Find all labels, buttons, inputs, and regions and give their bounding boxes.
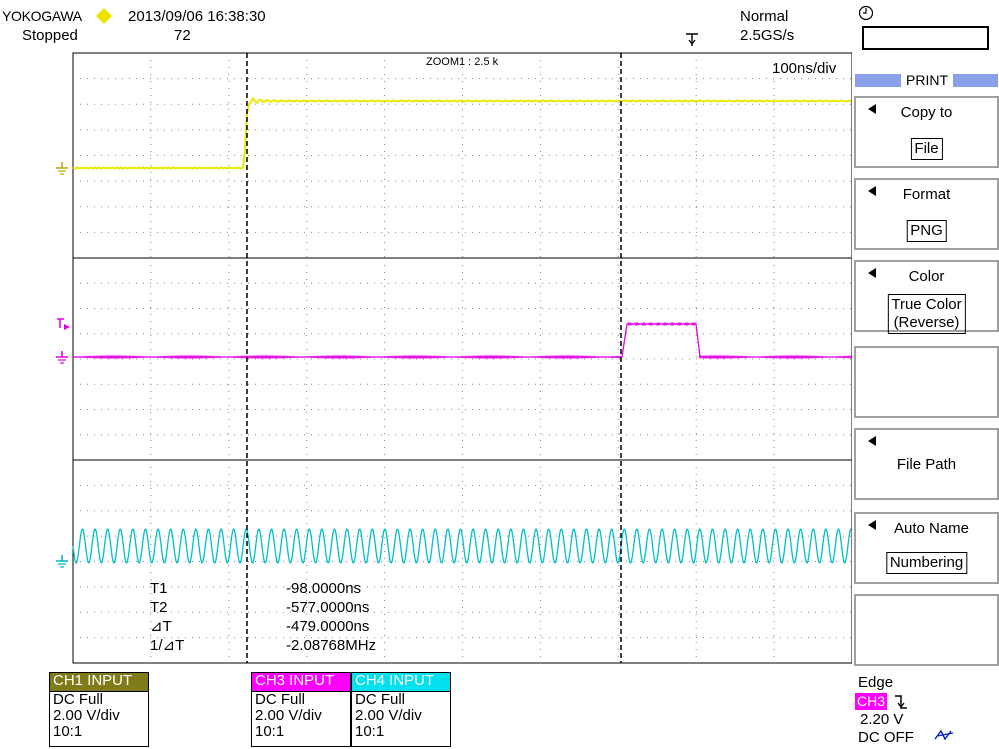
ch4-info-box[interactable]: CH4 INPUT DC Full 2.00 V/div 10:1 <box>351 672 451 747</box>
copy-to-button[interactable]: Copy to File <box>854 96 999 168</box>
zoom-label: ZOOM1 : 2.5 k <box>426 56 499 68</box>
trigger-mode: Edge <box>858 674 894 691</box>
trigger-coupling: DC OFF <box>858 729 914 746</box>
cursor-inverse-delta-value: -2.08768MHz <box>286 637 377 654</box>
empty-softkey-2[interactable] <box>854 594 999 666</box>
status-box <box>862 26 989 50</box>
ch3-header: CH3 INPUT <box>252 673 350 692</box>
trigger-source-badge: CH3 <box>855 693 887 710</box>
cursor-delta-t-label: ⊿T <box>150 618 172 635</box>
ch1-header: CH1 INPUT <box>50 673 148 692</box>
auto-name-button[interactable]: Auto Name Numbering <box>854 512 999 584</box>
ch1-coupling: DC Full <box>53 691 104 708</box>
ch3-ground-icon[interactable] <box>56 351 68 364</box>
empty-softkey-1[interactable] <box>854 346 999 418</box>
color-button[interactable]: Color True Color (Reverse) <box>854 260 999 334</box>
time-per-div: 100ns/div <box>772 60 837 77</box>
softkey-arrow-icon <box>868 436 876 446</box>
ch4-coupling: DC Full <box>355 691 406 708</box>
format-button[interactable]: Format PNG <box>854 178 999 250</box>
ch4-probe: 10:1 <box>355 723 385 740</box>
cursor-t1-label: T1 <box>150 580 168 597</box>
ch1-probe: 10:1 <box>53 723 83 740</box>
cursor-inverse-delta-label: 1/⊿T <box>150 637 185 654</box>
ch3-coupling: DC Full <box>255 691 306 708</box>
trigger-level-icon[interactable] <box>57 318 70 330</box>
ch1-ground-icon[interactable] <box>56 162 68 175</box>
auto-name-value: Numbering <box>885 552 968 574</box>
ch4-header: CH4 INPUT <box>352 673 450 692</box>
clock-icon <box>858 5 874 21</box>
ch3-probe: 10:1 <box>255 723 285 740</box>
file-path-button[interactable]: File Path <box>854 428 999 500</box>
menu-title: PRINT <box>901 72 953 89</box>
cursor-t2-value: -577.0000ns <box>286 599 370 616</box>
falling-edge-icon <box>895 695 907 709</box>
cursor-delta-t-value: -479.0000ns <box>286 618 370 635</box>
trigger-level: 2.20 V <box>860 711 904 728</box>
ch1-info-box[interactable]: CH1 INPUT DC Full 2.00 V/div 10:1 <box>49 672 149 747</box>
color-value: True Color (Reverse) <box>887 294 966 334</box>
ch3-info-box[interactable]: CH3 INPUT DC Full 2.00 V/div 10:1 <box>251 672 351 747</box>
cursor-t2-label: T2 <box>150 599 168 616</box>
noise-reject-icon <box>934 729 954 741</box>
waveform-display[interactable] <box>0 0 852 670</box>
cursor-t1-value: -98.0000ns <box>286 580 362 597</box>
format-value: PNG <box>906 220 947 242</box>
ch4-trace <box>72 528 852 564</box>
ch4-ground-icon[interactable] <box>56 555 68 568</box>
copy-to-value: File <box>910 138 943 160</box>
ch1-scale: 2.00 V/div <box>53 707 120 724</box>
ch3-scale: 2.00 V/div <box>255 707 322 724</box>
ch4-scale: 2.00 V/div <box>355 707 422 724</box>
